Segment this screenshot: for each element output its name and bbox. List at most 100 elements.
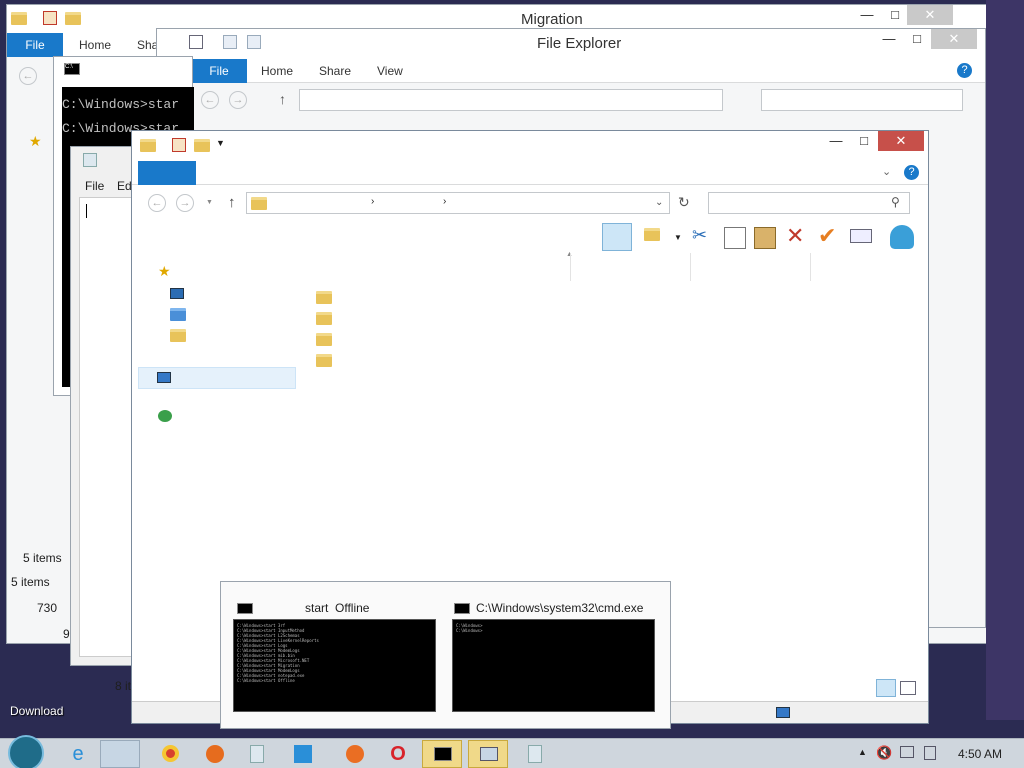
column-divider [570, 253, 571, 281]
table-row[interactable] [302, 327, 922, 348]
new-folder-icon[interactable] [194, 138, 210, 153]
dropdown-arrow-icon[interactable]: ▼ [674, 233, 682, 242]
maximize-button[interactable]: □ [903, 29, 931, 49]
search-input[interactable] [761, 89, 963, 111]
show-hidden-icons-icon[interactable]: ▲ [858, 747, 867, 757]
tab-file[interactable]: File [7, 33, 63, 57]
new-folder-icon[interactable] [65, 11, 81, 26]
copy-icon[interactable] [724, 227, 746, 249]
paste-icon[interactable] [754, 227, 776, 249]
up-arrow-icon[interactable]: ↑ [228, 194, 236, 211]
address-dropdown-icon[interactable]: ⌄ [655, 197, 663, 208]
thumbnail-item[interactable]: start Offline C:\Windows>start 3rf C:\Wi… [221, 582, 446, 728]
remote-desktop-icon[interactable] [282, 740, 322, 768]
ie-icon[interactable]: e [58, 740, 98, 768]
properties-icon[interactable] [43, 11, 57, 25]
minimize-button[interactable]: — [822, 131, 850, 151]
cut-icon[interactable]: ✂ [692, 225, 714, 247]
recent-places-icon [170, 328, 186, 343]
shell-icon[interactable] [890, 225, 914, 249]
table-row[interactable] [302, 306, 922, 327]
properties-icon[interactable] [172, 138, 186, 152]
help-icon[interactable]: ? [957, 63, 972, 78]
command-toolbar: ▼ ✂ ✕ ✔ [132, 221, 928, 253]
expand-ribbon-icon[interactable]: ⌄ [882, 165, 891, 178]
file-explorer-taskbar-icon[interactable] [100, 740, 140, 768]
tab-file[interactable]: File [191, 59, 247, 83]
tab-file[interactable] [138, 161, 196, 185]
details-view-icon[interactable] [876, 679, 896, 697]
back-button[interactable]: ← [148, 194, 166, 212]
network-icon [158, 410, 172, 422]
notepad-icon [83, 153, 97, 167]
column-divider [810, 253, 811, 281]
breadcrumb-separator-icon[interactable]: › [443, 196, 446, 207]
refresh-icon[interactable]: ↻ [678, 194, 690, 211]
large-icons-view-icon[interactable] [900, 681, 916, 695]
tab-view[interactable]: View [377, 59, 403, 83]
back-button[interactable]: ← [19, 67, 37, 85]
table-row[interactable] [302, 348, 922, 369]
main-titlebar[interactable]: ▼ — □ ✕ [132, 131, 928, 161]
new-folder-icon[interactable] [247, 35, 261, 49]
desktop-download-icon-label[interactable]: Download [10, 704, 63, 718]
minimize-button[interactable]: — [875, 29, 903, 49]
help-icon[interactable]: ? [904, 165, 919, 180]
clock[interactable]: 4:50 AM [958, 747, 1002, 761]
close-button[interactable]: ✕ [878, 131, 924, 151]
menu-file[interactable]: File [85, 179, 104, 193]
chrome-icon[interactable] [150, 740, 190, 768]
breadcrumb-separator-icon[interactable]: › [371, 196, 374, 207]
favorites-star-icon: ★ [158, 263, 171, 279]
file-explorer-titlebar[interactable]: File Explorer — □ ✕ [157, 29, 985, 59]
taskbar-thumbnail-popup: start Offline C:\Windows>start 3rf C:\Wi… [220, 581, 671, 729]
avast-icon[interactable] [334, 740, 374, 768]
thumbnail-title: C:\Windows\system32\cmd.exe [476, 601, 644, 615]
checkmark-icon[interactable]: ✔ [818, 223, 840, 248]
action-center-icon[interactable] [924, 746, 936, 760]
volume-muted-icon[interactable]: 🔇 [876, 745, 892, 761]
forward-button[interactable]: → [229, 91, 247, 109]
menu-edit[interactable]: Ed [117, 179, 132, 193]
properties-icon[interactable] [223, 35, 237, 49]
recent-locations-icon[interactable]: ▼ [206, 199, 213, 206]
cmd-taskbar-icon[interactable] [422, 740, 462, 768]
address-bar[interactable]: › › ⌄ [246, 192, 670, 214]
computer-icon [776, 707, 790, 718]
preview-pane-icon[interactable] [602, 223, 632, 251]
notepad-text-area[interactable] [79, 197, 139, 657]
forward-button[interactable]: → [176, 194, 194, 212]
table-row[interactable] [302, 285, 922, 306]
downloads-icon [170, 307, 186, 322]
maximize-button[interactable]: □ [881, 5, 909, 25]
count-label: 730 [37, 601, 58, 615]
opera-icon[interactable]: O [378, 740, 418, 768]
thumbnail-item[interactable]: C:\Windows\system32\cmd.exe C:\Windows> … [446, 582, 671, 728]
maximize-button[interactable]: □ [850, 131, 878, 151]
delete-icon[interactable]: ✕ [786, 223, 808, 248]
column-divider [690, 253, 691, 281]
customize-qat-icon[interactable]: ▼ [216, 138, 225, 148]
tab-share[interactable]: Share [319, 59, 351, 83]
minimize-button[interactable]: — [853, 5, 881, 25]
nav-my-computer-row[interactable] [138, 367, 296, 389]
main-ribbon: ⌄ ? [132, 161, 928, 185]
notepad-taskbar-icon-2[interactable] [516, 740, 556, 768]
favorites-star-icon: ★ [29, 133, 42, 149]
back-button[interactable]: ← [201, 91, 219, 109]
explorer-group-taskbar-icon[interactable] [468, 740, 508, 768]
folder-options-icon[interactable] [644, 227, 666, 249]
search-icon[interactable]: ⚲ [891, 195, 900, 209]
start-button[interactable] [8, 735, 44, 768]
search-input[interactable]: ⚲ [708, 192, 910, 214]
rename-icon[interactable] [850, 229, 872, 243]
firefox-icon[interactable] [194, 740, 234, 768]
address-bar[interactable] [299, 89, 723, 111]
network-tray-icon[interactable] [900, 746, 914, 758]
tab-home[interactable]: Home [261, 59, 293, 83]
tab-home[interactable]: Home [79, 33, 111, 57]
notepad-taskbar-icon[interactable] [238, 740, 278, 768]
close-button[interactable]: ✕ [907, 5, 953, 25]
close-button[interactable]: ✕ [931, 29, 977, 49]
up-arrow-icon[interactable]: ↑ [279, 91, 286, 107]
